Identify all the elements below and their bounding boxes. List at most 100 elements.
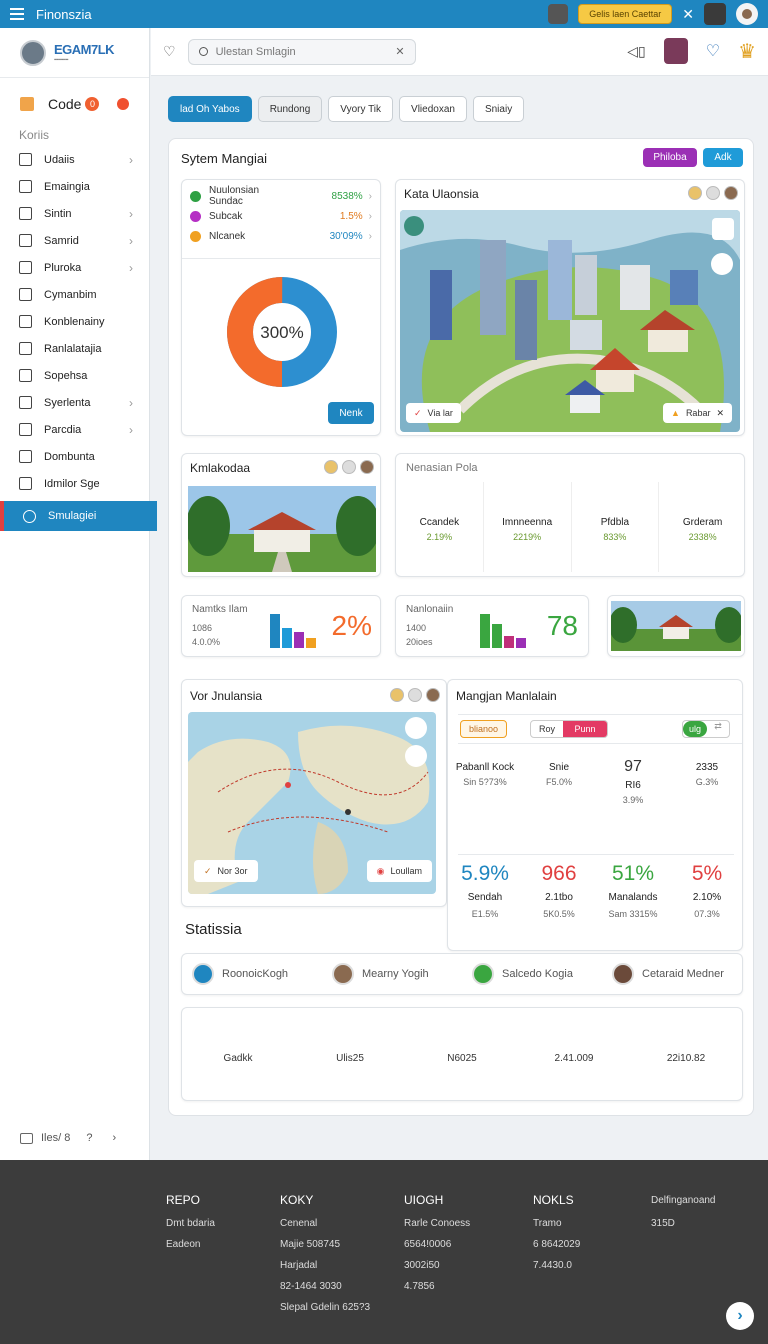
chip-5[interactable]: Sniaiy bbox=[472, 96, 525, 122]
sidebar-item[interactable]: Idmilor Sge bbox=[0, 470, 149, 497]
footer-link[interactable]: Tramo bbox=[533, 1213, 580, 1234]
map-tag-right[interactable]: ◉ Loullam bbox=[366, 860, 432, 882]
nav-item-icon bbox=[19, 288, 32, 301]
big-stat[interactable]: 51% Manalands Sam 3315% bbox=[596, 862, 670, 944]
philoba-button[interactable]: Philoba bbox=[643, 148, 697, 167]
footer-link[interactable]: 6 8642029 bbox=[533, 1234, 580, 1255]
category-item[interactable]: Ccandek 2.19% bbox=[396, 482, 484, 572]
footer-link[interactable]: 3002i50 bbox=[404, 1255, 470, 1276]
shield-icon[interactable] bbox=[704, 3, 726, 25]
map-tag-left[interactable]: ✓ Nor 3or bbox=[194, 860, 258, 882]
speaker-icon[interactable]: ◁▯ bbox=[627, 43, 645, 60]
thumbnail-card[interactable] bbox=[607, 595, 745, 657]
person-item[interactable]: Mearny Yogih bbox=[322, 963, 462, 985]
icon-tile[interactable]: Gadkk bbox=[182, 1008, 294, 1100]
next-button[interactable]: Nenk bbox=[328, 402, 374, 424]
kpi-item[interactable]: 2335 G.3% bbox=[670, 752, 744, 852]
sidebar-item[interactable]: Pluroka › bbox=[0, 254, 149, 281]
footer-link[interactable]: Eadeon bbox=[166, 1234, 215, 1255]
footer-link[interactable]: Majie 508745 bbox=[280, 1234, 370, 1255]
sidebar-item[interactable]: Cymanbim bbox=[0, 281, 149, 308]
top-action-button[interactable]: Gelis laen Caettar bbox=[578, 4, 673, 24]
footer-link[interactable]: Cenenal bbox=[280, 1213, 370, 1234]
person-item[interactable]: Cetaraid Medner bbox=[602, 963, 742, 985]
tab-blianoo[interactable]: blianoo bbox=[460, 720, 508, 738]
shield-badge-icon[interactable] bbox=[663, 38, 688, 64]
search-input[interactable]: Ulestan Smlagin ✕ bbox=[187, 38, 416, 65]
footer-link[interactable]: 315D bbox=[651, 1213, 716, 1234]
chip-3[interactable]: Vyory Tik bbox=[328, 96, 394, 122]
kpi-item[interactable]: Snie F5.0% bbox=[522, 752, 596, 852]
person-name: Salcedo Kogia bbox=[502, 968, 573, 980]
sidebar-item[interactable]: Ranlalatajia bbox=[0, 335, 149, 362]
nav-item-icon bbox=[19, 450, 32, 463]
big-stat[interactable]: 5.9% Sendah E1.5% bbox=[448, 862, 522, 944]
city-illustration[interactable] bbox=[400, 210, 740, 432]
chip-1[interactable]: lad Oh Yabos bbox=[168, 96, 252, 122]
category-item[interactable]: Grderam 2338% bbox=[659, 482, 746, 572]
person-item[interactable]: Salcedo Kogia bbox=[462, 963, 602, 985]
sidebar-item[interactable]: Emaingia bbox=[0, 173, 149, 200]
close-icon[interactable]: ✕ bbox=[682, 6, 694, 23]
nav-item-icon bbox=[19, 261, 32, 274]
code-row[interactable]: Code 0 bbox=[0, 84, 149, 124]
building-photo[interactable] bbox=[188, 486, 376, 572]
sidebar-item[interactable]: Samrid › bbox=[0, 227, 149, 254]
sidebar-item[interactable]: Sopehsa bbox=[0, 362, 149, 389]
sidebar-item[interactable]: Syerlenta › bbox=[0, 389, 149, 416]
close-small-icon[interactable]: ✕ bbox=[716, 408, 724, 419]
big-stat[interactable]: 966 2.1tbo 5K0.5% bbox=[522, 862, 596, 944]
add-button[interactable]: Adk bbox=[703, 148, 743, 167]
footer-link[interactable]: 6564!0006 bbox=[404, 1234, 470, 1255]
sidebar-item[interactable]: Sintin › bbox=[0, 200, 149, 227]
stat-row[interactable]: Nlcanek 30'09% › bbox=[182, 226, 380, 246]
category-sub: 2338% bbox=[688, 531, 717, 542]
tab-roy[interactable]: Roy Punn bbox=[530, 720, 608, 738]
sidebar-item[interactable]: Parcdia › bbox=[0, 416, 149, 443]
person-item[interactable]: RoonoicKogh bbox=[182, 963, 322, 985]
icon-tile[interactable]: 2.41.009 bbox=[518, 1008, 630, 1100]
footer-link[interactable]: 82-1464 3030 bbox=[280, 1276, 370, 1297]
sidebar-item-active[interactable]: Smulagiei bbox=[0, 501, 157, 531]
help-icon[interactable]: ? bbox=[86, 1132, 92, 1144]
heart-icon[interactable]: ♡ bbox=[163, 43, 176, 60]
footer-link[interactable]: 7.4430.0 bbox=[533, 1255, 580, 1276]
menu-icon[interactable] bbox=[10, 5, 24, 23]
city-tag-left[interactable]: ✓ Via lar bbox=[406, 403, 461, 423]
footer-link[interactable]: 4.7856 bbox=[404, 1276, 470, 1297]
footer-link[interactable]: Rarle Conoess bbox=[404, 1213, 470, 1234]
big-stat-name: Sendah bbox=[467, 892, 503, 903]
sidebar-footer[interactable]: Iles/ 8 ? › bbox=[20, 1132, 116, 1144]
city-tag-right[interactable]: ▲ Rabar ✕ bbox=[663, 403, 732, 423]
category-item[interactable]: Pfdbla 833% bbox=[572, 482, 660, 572]
icon-tile[interactable]: N6025 bbox=[406, 1008, 518, 1100]
chip-4[interactable]: Vliedoxan bbox=[399, 96, 467, 122]
stat-row[interactable]: Subcak 1.5% › bbox=[182, 206, 380, 226]
icon-tile[interactable]: 22i10.82 bbox=[630, 1008, 742, 1100]
footer-link[interactable]: Harjadal bbox=[280, 1255, 370, 1276]
toggle-switch[interactable]: ulg ⇄ bbox=[682, 720, 730, 738]
footer-link[interactable]: Dmt bdaria bbox=[166, 1213, 215, 1234]
footer-link[interactable]: Slepal Gdelin 625?3 bbox=[280, 1297, 370, 1318]
avatar[interactable] bbox=[736, 3, 758, 25]
big-stat[interactable]: 5% 2.10% 07.3% bbox=[670, 862, 744, 944]
sidebar-item[interactable]: Udaiis › bbox=[0, 146, 149, 173]
chevron-right-icon[interactable]: › bbox=[112, 1132, 116, 1144]
category-item[interactable]: Imnneenna 2219% bbox=[484, 482, 572, 572]
profile-thumb-icon[interactable] bbox=[548, 4, 569, 24]
footer-column: REPO Dmt bdaria Eadeon bbox=[166, 1190, 215, 1255]
icon-tile[interactable]: Ulis25 bbox=[294, 1008, 406, 1100]
favorite-icon[interactable]: ♡ bbox=[706, 41, 720, 61]
stat-row[interactable]: Nuulonsian Sundac 8538% › bbox=[182, 185, 380, 207]
footer-heading: NOKLS bbox=[533, 1193, 574, 1207]
chip-2[interactable]: Rundong bbox=[257, 96, 323, 122]
sidebar-item[interactable]: Konblenainy bbox=[0, 308, 149, 335]
crown-icon[interactable]: ♛ bbox=[738, 39, 756, 64]
kpi-item[interactable]: Pabanll Kock Sin 5?73% bbox=[448, 752, 522, 852]
next-page-button[interactable]: › bbox=[726, 1302, 754, 1330]
clear-icon[interactable]: ✕ bbox=[395, 45, 404, 58]
sidebar-item[interactable]: Dombunta bbox=[0, 443, 149, 470]
search-placeholder: Ulestan Smlagin bbox=[215, 45, 296, 58]
sidebar-logo[interactable]: EGAM7LK ▪▪▪▪▪▪▪▪▪▪▪ bbox=[0, 28, 149, 78]
kpi-item[interactable]: 97 RI6 3.9% bbox=[596, 752, 670, 852]
